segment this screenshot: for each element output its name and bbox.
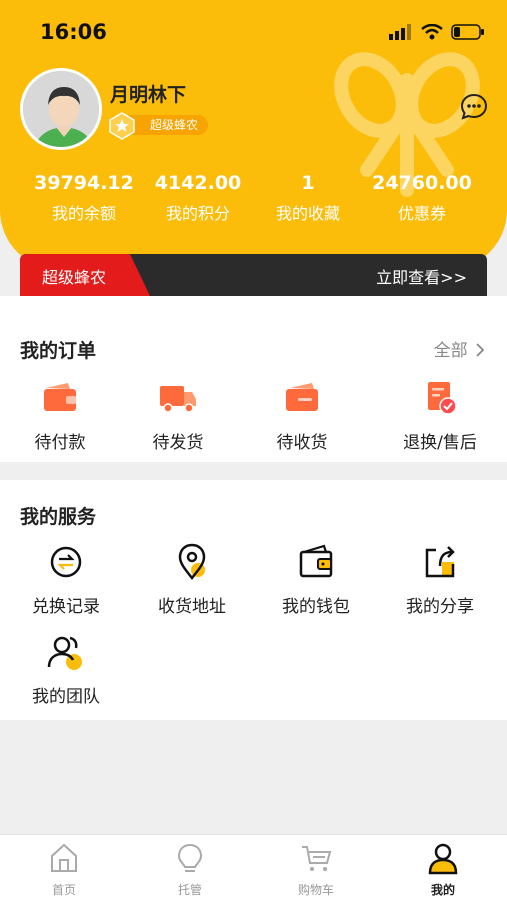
user-icon	[428, 843, 458, 875]
order-label: 退换/售后	[403, 433, 477, 453]
order-pending-receipt[interactable]: 待收货	[242, 378, 362, 453]
tab-cart[interactable]: 购物车	[276, 841, 356, 898]
service-exchange-records[interactable]: 兑换记录	[6, 542, 126, 617]
message-icon[interactable]	[459, 92, 489, 122]
stat-value: 39794.12	[34, 172, 134, 194]
battery-icon	[451, 24, 484, 40]
orders-all-link[interactable]: 全部	[434, 336, 485, 361]
cart-icon	[302, 846, 332, 871]
vip-view-link[interactable]: 立即查看>>	[376, 264, 467, 288]
service-share[interactable]: 我的分享	[380, 542, 500, 617]
exchange-icon	[50, 546, 82, 578]
tab-label: 首页	[51, 883, 76, 897]
wallet-icon	[44, 383, 76, 411]
service-label: 收货地址	[158, 597, 226, 617]
stat-coupons[interactable]: 24760.00 优惠券	[366, 172, 478, 224]
wallet-icon	[299, 544, 333, 578]
service-label: 我的分享	[406, 597, 474, 617]
order-pending-shipment[interactable]: 待发货	[118, 378, 238, 453]
share-icon	[425, 546, 455, 578]
avatar[interactable]	[20, 68, 102, 150]
services-section: 我的服务 兑换记录 收货地址 我的钱包 我的分享 我的团队	[0, 480, 507, 720]
user-name: 月明林下	[110, 84, 187, 106]
stat-value: 24760.00	[372, 172, 472, 194]
tab-label: 我的	[430, 883, 455, 897]
service-address[interactable]: 收货地址	[132, 542, 252, 617]
tab-home[interactable]: 首页	[24, 841, 104, 898]
level-badge: 超级蜂农	[108, 112, 208, 140]
level-label: 超级蜂农	[128, 115, 208, 135]
stat-label: 我的积分	[165, 204, 230, 223]
status-time: 16:06	[40, 20, 107, 44]
signal-icon	[389, 24, 411, 40]
team-icon	[47, 636, 82, 670]
avatar-illustration	[23, 71, 99, 147]
all-label: 全部	[433, 341, 468, 361]
stat-points[interactable]: 4142.00 我的积分	[142, 172, 254, 224]
stat-label: 我的余额	[51, 204, 116, 223]
service-wallet[interactable]: 我的钱包	[256, 542, 376, 617]
service-label: 兑换记录	[32, 597, 100, 617]
stat-value: 4142.00	[154, 172, 242, 194]
home-icon	[51, 843, 77, 872]
status-bar: 16:06	[0, 0, 507, 64]
stat-label: 我的收藏	[275, 204, 340, 223]
tab-label: 托管	[177, 883, 202, 897]
service-label: 我的团队	[32, 687, 100, 707]
bottom-tab-bar: 首页 托管 购物车 我的	[0, 834, 507, 900]
orders-section: 我的订单 全部 待付款 待发货 待收货 退换/售后	[0, 296, 507, 462]
stat-balance[interactable]: 39794.12 我的余额	[28, 172, 140, 224]
service-label: 我的钱包	[282, 597, 350, 617]
star-badge-icon	[109, 112, 135, 140]
bulb-icon	[177, 843, 203, 872]
order-label: 待发货	[152, 433, 204, 453]
tab-custody[interactable]: 托管	[150, 841, 230, 898]
wifi-icon	[421, 24, 443, 40]
vip-banner[interactable]: 超级蜂农 立即查看>>	[20, 254, 487, 296]
truck-icon	[160, 386, 196, 413]
services-title: 我的服务	[20, 506, 97, 528]
refund-icon	[428, 382, 457, 415]
profile-header: 16:06 月明林下 超级蜂农 39794.12 我的余额 4142.00 我的…	[0, 0, 507, 270]
orders-title: 我的订单	[20, 340, 97, 362]
stat-label: 优惠券	[397, 204, 446, 223]
tab-mine[interactable]: 我的	[403, 841, 483, 898]
card-icon	[286, 383, 318, 411]
stat-favorites[interactable]: 1 我的收藏	[252, 172, 364, 224]
order-pending-payment[interactable]: 待付款	[0, 378, 120, 453]
service-team[interactable]: 我的团队	[6, 632, 126, 707]
order-label: 待付款	[34, 433, 86, 453]
stat-value: 1	[301, 172, 315, 194]
order-refund[interactable]: 退换/售后	[380, 378, 500, 453]
order-label: 待收货	[276, 433, 328, 453]
tab-label: 购物车	[297, 883, 334, 897]
location-icon	[178, 543, 206, 581]
chevron-right-icon	[476, 343, 485, 357]
vip-banner-title: 超级蜂农	[42, 268, 107, 287]
